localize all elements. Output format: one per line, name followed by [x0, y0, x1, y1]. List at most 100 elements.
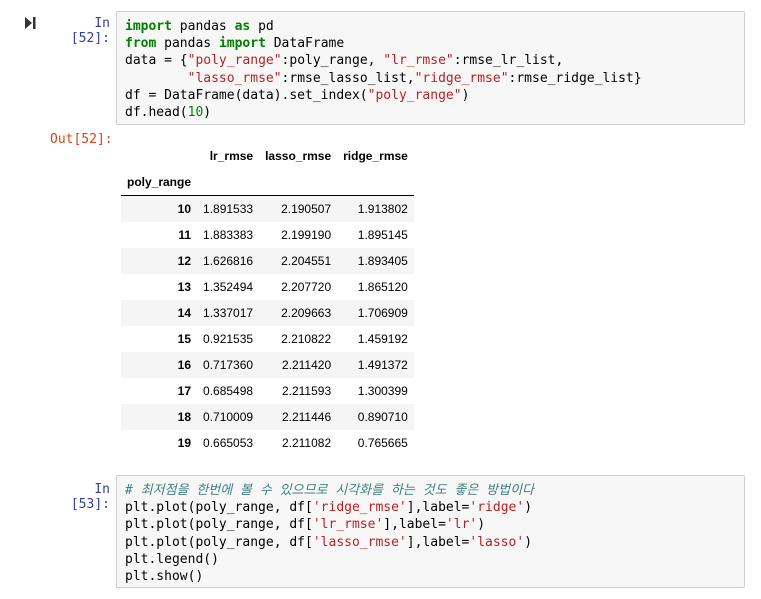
code-token: "poly_range" [367, 87, 462, 103]
table-cell: 2.207720 [281, 280, 332, 294]
code-token: ],label= [383, 517, 446, 533]
table-cell: 2.209663 [281, 306, 332, 320]
code-token: "lr_rmse" [383, 53, 454, 69]
table-row: 11 1.883383 2.199190 1.895145 [121, 222, 414, 248]
table-cell: 1.352494 [203, 280, 254, 294]
row-index: 19 [177, 436, 192, 450]
code-token: 'lasso' [469, 534, 525, 550]
row-index: 17 [177, 384, 192, 398]
table-cell: 0.710009 [203, 410, 254, 424]
table-row: 15 0.921535 2.210822 1.459192 [121, 326, 414, 352]
step-forward-icon[interactable] [24, 16, 36, 30]
table-row: 13 1.352494 2.207720 1.865120 [121, 274, 414, 300]
code-line: plt.plot(poly_range, df['ridge_rmse'],la… [125, 499, 736, 516]
code-token: ) [524, 500, 533, 516]
code-cell-53[interactable]: # 최저점을 한번에 볼 수 있으므로 시각화를 하는 것도 좋은 방법이다 pl… [116, 475, 745, 588]
table-row: 17 0.685498 2.211593 1.300399 [121, 378, 414, 404]
code-token: pandas [156, 36, 219, 52]
code-token: ) [477, 517, 486, 533]
code-token: import [218, 36, 266, 52]
table-cell: 2.211593 [281, 384, 332, 398]
table-cell: 1.893405 [357, 254, 408, 268]
code-token: plt.show() [125, 569, 204, 585]
index-name-header: poly_range [121, 169, 198, 196]
table-row: 18 0.710009 2.211446 0.890710 [121, 404, 414, 430]
row-index: 18 [177, 410, 192, 424]
code-line: df = DataFrame(data).set_index("poly_ran… [125, 87, 736, 104]
table-row: 14 1.337017 2.209663 1.706909 [121, 300, 414, 326]
code-line: df.head(10) [125, 104, 736, 121]
code-token: df.head( [125, 105, 188, 121]
code-token: "ridge_rmse" [414, 70, 509, 86]
row-index: 13 [177, 280, 192, 294]
code-token: from [125, 36, 157, 52]
row-index: 16 [177, 358, 192, 372]
table-cell: 2.210822 [281, 332, 332, 346]
table-cell: 1.913802 [357, 202, 408, 216]
corner-header [121, 143, 197, 169]
table-cell: 2.211420 [281, 358, 332, 372]
code-token: ) [461, 87, 470, 103]
code-token: plt.legend() [125, 551, 219, 567]
code-line: plt.plot(poly_range, df['lr_rmse'],label… [125, 516, 736, 533]
code-token: import [125, 19, 172, 34]
code-line: import pandas as pd [125, 18, 736, 35]
table-cell: 1.626816 [203, 254, 254, 268]
row-index: 14 [177, 306, 192, 320]
column-header-spacer [197, 169, 260, 196]
column-header: ridge_rmse [343, 149, 408, 163]
code-token: 'lr' [445, 517, 478, 533]
table-cell: 0.921535 [203, 332, 254, 346]
table-cell: 2.190507 [281, 202, 332, 216]
row-index: 15 [177, 332, 192, 346]
table-cell: 2.211082 [281, 436, 332, 450]
table-cell: 0.665053 [203, 436, 254, 450]
table-row: 10 1.891533 2.190507 1.913802 [121, 195, 414, 222]
code-token: :rmse_lr_list, [453, 53, 564, 69]
row-index: 12 [177, 254, 192, 268]
code-line: from pandas import DataFrame [125, 35, 736, 52]
table-cell: 1.337017 [203, 306, 254, 320]
table-cell: 1.491372 [357, 358, 408, 372]
column-header: lasso_rmse [265, 149, 332, 163]
code-token: :poly_range, [281, 53, 384, 69]
code-cell-52[interactable]: import pandas as pd from pandas import Da… [116, 11, 745, 125]
code-token: ],label= [406, 534, 470, 550]
code-token: "lasso_rmse" [187, 70, 282, 86]
table-row: 12 1.626816 2.204551 1.893405 [121, 248, 414, 274]
input-prompt-52: In [52]: [70, 16, 110, 46]
code-token: df = DataFrame(data).set_index( [125, 87, 368, 103]
table-cell: 0.685498 [203, 384, 254, 398]
table-cell: 1.883383 [203, 228, 254, 242]
code-token: :rmse_lasso_list, [281, 70, 415, 86]
table-cell: 0.890710 [357, 410, 408, 424]
code-line: plt.plot(poly_range, df['lasso_rmse'],la… [125, 534, 736, 551]
code-token: DataFrame [265, 36, 345, 52]
code-token: # 최저점을 한번에 볼 수 있으므로 시각화를 하는 것도 좋은 방법이다 [125, 483, 535, 498]
code-token: 'lr_rmse' [312, 517, 384, 533]
table-cell: 2.204551 [281, 254, 332, 268]
code-token: 'ridge' [469, 500, 525, 516]
table-cell: 1.895145 [357, 228, 408, 242]
table-cell: 1.865120 [357, 280, 408, 294]
table-row: 19 0.665053 2.211082 0.765665 [121, 430, 414, 456]
column-header-spacer [259, 169, 338, 196]
code-token: pandas [171, 19, 235, 34]
code-token: ],label= [406, 500, 470, 516]
table-cell: 2.199190 [281, 228, 332, 242]
code-token: 10 [187, 105, 204, 121]
code-token: plt.plot(poly_range, df[ [125, 534, 313, 550]
dataframe-output: lr_rmse lasso_rmse ridge_rmse poly_range 1… [121, 143, 414, 456]
code-token: ) [203, 105, 212, 121]
column-header: lr_rmse [209, 149, 254, 163]
code-token: data = { [125, 53, 188, 69]
code-token: ) [524, 534, 533, 550]
code-token: plt.plot(poly_range, df[ [125, 517, 313, 533]
code-token: as [234, 19, 251, 34]
code-token: 'ridge_rmse' [312, 500, 407, 516]
table-cell: 0.765665 [357, 436, 408, 450]
code-token: :rmse_ridge_list} [508, 70, 642, 86]
table-cell: 1.459192 [357, 332, 408, 346]
code-token: 'lasso_rmse' [312, 534, 407, 550]
